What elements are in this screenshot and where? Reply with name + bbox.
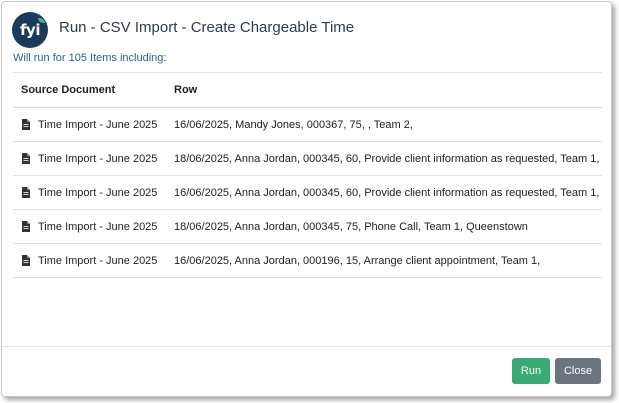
document-icon: [22, 153, 30, 164]
logo-text: fyi: [20, 21, 40, 39]
header-row: Row: [174, 84, 198, 96]
row-cell: 16/06/2025, Anna Jordan, 000196, 15, Arr…: [174, 255, 541, 267]
close-button[interactable]: Close: [555, 358, 601, 384]
table-row: Time Import - June 2025 16/06/2025, Anna…: [13, 244, 602, 278]
document-icon: [22, 187, 30, 198]
row-cell: 18/06/2025, Anna Jordan, 000345, 60, Pro…: [174, 153, 600, 165]
row-cell: 18/06/2025, Anna Jordan, 000345, 75, Pho…: [174, 221, 528, 233]
run-count-text: Will run for 105 Items including:: [13, 52, 167, 64]
fyi-logo-icon: fyi: [12, 12, 48, 48]
row-cell: 16/06/2025, Anna Jordan, 000345, 60, Pro…: [174, 187, 600, 199]
document-icon: [22, 221, 30, 232]
document-icon: [22, 255, 30, 266]
items-table: Source Document Row Time Import - June 2…: [13, 72, 602, 278]
source-document-cell: Time Import - June 2025: [38, 221, 158, 233]
run-dialog: fyi Run - CSV Import - Create Chargeable…: [1, 1, 612, 397]
table-row: Time Import - June 2025 18/06/2025, Anna…: [13, 210, 602, 244]
run-button[interactable]: Run: [512, 358, 550, 384]
footer-divider: [2, 346, 611, 347]
document-icon: [22, 119, 30, 130]
source-document-cell: Time Import - June 2025: [38, 119, 158, 131]
table-row: Time Import - June 2025 16/06/2025, Anna…: [13, 176, 602, 210]
row-cell: 16/06/2025, Mandy Jones, 000367, 75, , T…: [174, 119, 413, 131]
header-source-document: Source Document: [21, 84, 116, 96]
dialog-header: fyi Run - CSV Import - Create Chargeable…: [2, 2, 611, 50]
table-header: Source Document Row: [13, 73, 602, 108]
dialog-title: Run - CSV Import - Create Chargeable Tim…: [59, 19, 355, 36]
source-document-cell: Time Import - June 2025: [38, 255, 158, 267]
table-row: Time Import - June 2025 16/06/2025, Mand…: [13, 108, 602, 142]
source-document-cell: Time Import - June 2025: [38, 187, 158, 199]
table-row: Time Import - June 2025 18/06/2025, Anna…: [13, 142, 602, 176]
source-document-cell: Time Import - June 2025: [38, 153, 158, 165]
